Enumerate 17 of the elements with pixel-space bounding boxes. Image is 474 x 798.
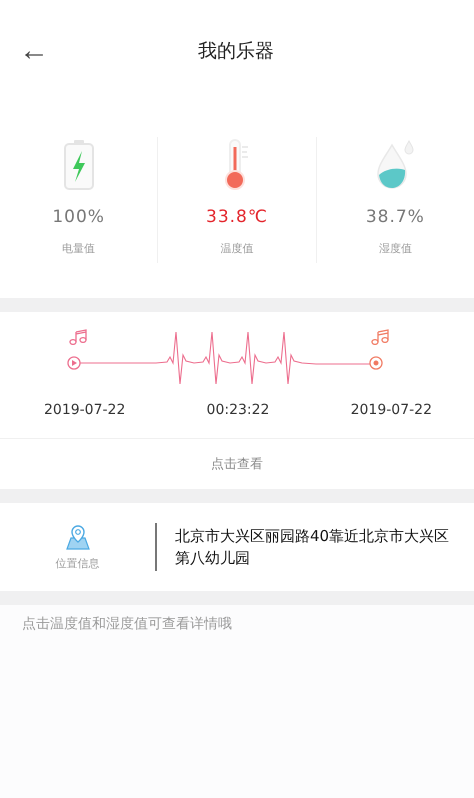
page-title: 我的乐器 bbox=[197, 39, 275, 64]
stat-label: 电量值 bbox=[62, 241, 96, 256]
hint-text: 点击温度值和湿度值可查看详情哦 bbox=[21, 615, 233, 634]
view-details-link[interactable]: 点击查看 bbox=[205, 439, 269, 489]
battery-icon bbox=[62, 137, 96, 191]
start-date: 2019-07-22 bbox=[44, 402, 126, 418]
end-date: 2019-07-22 bbox=[350, 402, 432, 418]
stat-value[interactable]: 100% bbox=[52, 207, 105, 227]
duration-text: 00:23:22 bbox=[206, 402, 270, 418]
address-text: 北京市大兴区丽园路40靠近北京市大兴区第八幼儿园 bbox=[174, 526, 450, 569]
location-label: 位置信息 bbox=[56, 556, 100, 570]
stat-value[interactable]: 33.8℃ bbox=[206, 207, 268, 227]
stat-value[interactable]: 38.7% bbox=[366, 207, 425, 227]
back-button[interactable]: ← bbox=[12, 36, 56, 66]
location-person-icon bbox=[64, 524, 92, 550]
stat-label: 湿度值 bbox=[378, 241, 412, 256]
stat-label: 温度值 bbox=[220, 241, 254, 256]
